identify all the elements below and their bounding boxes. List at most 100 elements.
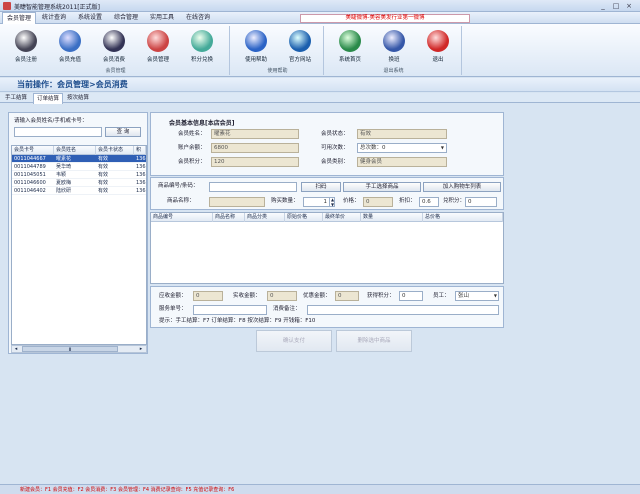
member-status-field: 有效 bbox=[357, 129, 447, 139]
product-code-input[interactable] bbox=[209, 182, 297, 192]
staff-label: 员工： bbox=[433, 293, 450, 299]
earned-points-input[interactable]: 0 bbox=[399, 291, 423, 301]
stepper-arrows-icon[interactable]: ▲ ▼ bbox=[329, 197, 335, 207]
exit-button[interactable]: 退出 bbox=[418, 28, 458, 66]
table-row[interactable]: 0011044667 曜素花 有效 136 bbox=[12, 155, 146, 163]
points-exchange-button[interactable]: 积分兑换 bbox=[182, 28, 222, 66]
title-bar: 美睫智能管理系统2011[正式版] _ □ × bbox=[0, 0, 640, 12]
tab-times[interactable]: 按次结算 bbox=[64, 93, 92, 103]
monitor-icon bbox=[339, 30, 361, 52]
speech-bubble-icon bbox=[245, 30, 267, 52]
paid-label: 实收金额： bbox=[233, 293, 261, 299]
earned-points-label: 获得积分： bbox=[367, 293, 395, 299]
ribbon-group-member: 会员注册 会员充值 会员消费 会员管理 积分兑换 会员管理 bbox=[2, 26, 230, 75]
member-table-header: 会员卡号 会员姓名 会员卡状态 积 bbox=[12, 146, 146, 155]
shortcut-status-bar: 新建会员：F1 会员充值：F2 会员消费：F3 会员管理：F4 消费记录查询：F… bbox=[0, 484, 640, 494]
scroll-left-icon[interactable]: ◂ bbox=[13, 346, 19, 352]
maximize-button[interactable]: □ bbox=[611, 2, 621, 10]
member-name-field: 曜素花 bbox=[211, 129, 299, 139]
shift-button[interactable]: 换班 bbox=[374, 28, 414, 66]
times-label: 可用次数： bbox=[321, 145, 349, 151]
shortcut-hint: 提示：手工结算：F7 订单结算：F8 按次结算：F9 开钱箱：F10 bbox=[159, 318, 316, 324]
close-button[interactable]: × bbox=[624, 2, 634, 10]
home-icon bbox=[289, 30, 311, 52]
table-row[interactable]: 0011046600 夏欧梅 有效 136 bbox=[12, 179, 146, 187]
member-name-label: 会员姓名： bbox=[178, 131, 206, 137]
help-button[interactable]: 使用帮助 bbox=[236, 28, 276, 66]
menu-settings[interactable]: 系统设置 bbox=[74, 12, 106, 24]
product-name-label: 商品名称： bbox=[167, 198, 195, 204]
scroll-thumb[interactable]: Ⅲ bbox=[22, 346, 118, 352]
tab-manual[interactable]: 手工结算 bbox=[2, 93, 30, 103]
cart-icon bbox=[103, 30, 125, 52]
search-label: 请输入会员姓名/手机或卡号： bbox=[14, 118, 88, 124]
product-name-field bbox=[209, 197, 265, 207]
website-button[interactable]: 官方网站 bbox=[280, 28, 320, 66]
exchange-points-label: 兑积分： bbox=[443, 198, 466, 204]
balance-field: 6800 bbox=[211, 143, 299, 153]
ribbon-group-label: 使用帮助 bbox=[267, 68, 288, 74]
delete-selected-button[interactable]: 删除选中商品 bbox=[336, 330, 412, 352]
member-search-panel: 请输入会员姓名/手机或卡号： 查 询 会员卡号 会员姓名 会员卡状态 积 001… bbox=[8, 112, 148, 354]
home-page-button[interactable]: 系统首页 bbox=[330, 28, 370, 66]
promo-label: 优惠金额： bbox=[303, 293, 331, 299]
chevron-down-icon: ▼ bbox=[493, 293, 497, 298]
confirm-pay-button[interactable]: 确认支付 bbox=[256, 330, 332, 352]
add-to-cart-button[interactable]: 加入购物车列表 bbox=[423, 182, 501, 192]
ribbon: 会员注册 会员充值 会员消费 会员管理 积分兑换 会员管理 使用帮助 官方网站 … bbox=[0, 24, 640, 77]
note-label: 消费备注： bbox=[273, 306, 301, 312]
member-info-panel: 会员基本信息[本店会员] 会员姓名： 曜素花 会员状态： 有效 账户余额： 68… bbox=[150, 112, 504, 176]
menu-online[interactable]: 在线咨询 bbox=[182, 12, 214, 24]
table-row[interactable]: 0011046402 陆欣研 有效 136 bbox=[12, 187, 146, 195]
service-label: 服务单号： bbox=[159, 306, 187, 312]
manage-button[interactable]: 会员管理 bbox=[138, 28, 178, 66]
user-icon bbox=[147, 30, 169, 52]
breadcrumb: 当前操作：会员管理>会员消费 bbox=[0, 78, 640, 92]
minimize-button[interactable]: _ bbox=[598, 2, 608, 10]
discount-label: 折扣： bbox=[399, 198, 416, 204]
staff-select[interactable]: 张山 ▼ bbox=[455, 291, 499, 301]
cart-table-header: 商品编号 商品名称 商品分类 原始价格 最终单价 数量 总价格 bbox=[151, 213, 503, 222]
discount-input[interactable]: 0.6 bbox=[419, 197, 439, 207]
menu-tools[interactable]: 实用工具 bbox=[146, 12, 178, 24]
promo-field: 0 bbox=[335, 291, 359, 301]
price-label: 价格： bbox=[343, 198, 360, 204]
cart-table: 商品编号 商品名称 商品分类 原始价格 最终单价 数量 总价格 bbox=[150, 212, 504, 284]
points-field: 120 bbox=[211, 157, 299, 167]
balance-label: 账户余额： bbox=[178, 145, 206, 151]
register-button[interactable]: 会员注册 bbox=[6, 28, 46, 66]
horizontal-scrollbar[interactable]: ◂ Ⅲ ▸ bbox=[11, 345, 147, 353]
manual-select-button[interactable]: 手工选择商品 bbox=[343, 182, 421, 192]
search-input[interactable] bbox=[14, 127, 102, 137]
times-select[interactable]: 总次数：0 ▼ bbox=[357, 143, 447, 153]
service-input[interactable] bbox=[193, 305, 267, 315]
power-icon bbox=[427, 30, 449, 52]
tab-order[interactable]: 订单结算 bbox=[33, 93, 64, 104]
recharge-button[interactable]: 会员充值 bbox=[50, 28, 90, 66]
card-icon bbox=[59, 30, 81, 52]
exchange-points-input[interactable]: 0 bbox=[465, 197, 497, 207]
app-logo-icon bbox=[3, 2, 11, 10]
exchange-icon bbox=[191, 30, 213, 52]
ribbon-group-label: 会员管理 bbox=[105, 68, 126, 74]
menu-general[interactable]: 综合管理 bbox=[110, 12, 142, 24]
consume-button[interactable]: 会员消费 bbox=[94, 28, 134, 66]
search-button[interactable]: 查 询 bbox=[105, 127, 141, 137]
member-table: 会员卡号 会员姓名 会员卡状态 积 0011044667 曜素花 有效 136 001… bbox=[11, 145, 147, 345]
scroll-right-icon[interactable]: ▸ bbox=[138, 346, 144, 352]
scan-button[interactable]: 扫码 bbox=[301, 182, 341, 192]
table-row[interactable]: 0011044789 吴华琦 有效 136 bbox=[12, 163, 146, 171]
due-label: 应收金额： bbox=[159, 293, 187, 299]
table-row[interactable]: 0011045051 韦颖 有效 136 bbox=[12, 171, 146, 179]
window-title: 美睫智能管理系统2011[正式版] bbox=[14, 4, 100, 11]
tab-strip: 手工结算 订单结算 按次结算 bbox=[0, 93, 640, 104]
member-info-title: 会员基本信息[本店会员] bbox=[169, 120, 235, 127]
due-field: 0 bbox=[193, 291, 223, 301]
menu-bar: 会员管理 统计查询 系统设置 综合管理 实用工具 在线咨询 美睫微博-美容美发行… bbox=[0, 12, 640, 25]
settlement-panel: 应收金额： 0 实收金额： 0 优惠金额： 0 获得积分： 0 员工： 张山 ▼ … bbox=[150, 286, 504, 328]
ribbon-group-label: 退出系统 bbox=[383, 68, 404, 74]
promo-marquee[interactable]: 美睫微博-美容美发行业第一微博 bbox=[300, 14, 470, 23]
menu-stats[interactable]: 统计查询 bbox=[38, 12, 70, 24]
note-input[interactable] bbox=[307, 305, 499, 315]
product-entry-panel: 商品编号/条码： 扫码 手工选择商品 加入购物车列表 商品名称： 购买数量： 1… bbox=[150, 177, 504, 210]
